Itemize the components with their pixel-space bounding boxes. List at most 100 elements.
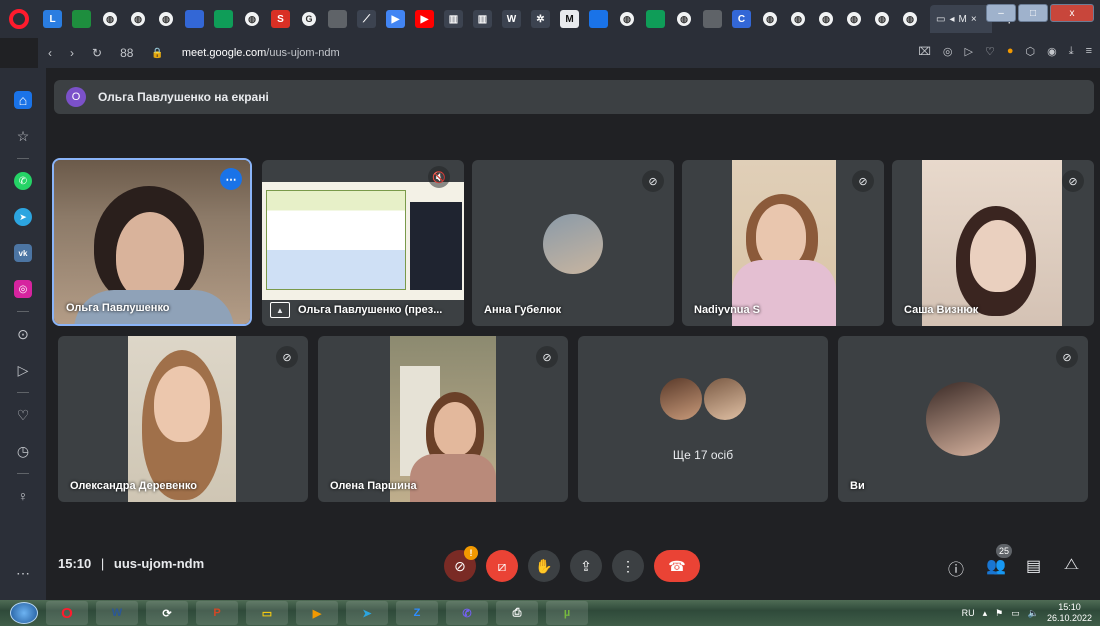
lightbulb-icon[interactable]: ♀	[14, 487, 32, 505]
tab-favicon[interactable]	[328, 10, 347, 28]
tab-favicon[interactable]: ⟋	[357, 10, 376, 28]
tab-globe-icon[interactable]: ◍	[875, 12, 889, 26]
tab-grid-button[interactable]: 88	[120, 46, 133, 60]
more-options-button[interactable]: ⋮	[612, 550, 644, 582]
word-taskbar-icon[interactable]: W	[96, 601, 138, 625]
tab-favicon[interactable]	[646, 10, 665, 28]
close-window-button[interactable]: x	[1050, 4, 1094, 22]
tray-clock[interactable]: 15:10 26.10.2022	[1047, 602, 1092, 624]
info-icon[interactable]: ⓘ	[948, 556, 964, 580]
more-options-icon[interactable]: ⋯	[220, 168, 242, 190]
flag-icon[interactable]: ⚑	[995, 608, 1003, 619]
zoom-taskbar-icon[interactable]: Z	[396, 601, 438, 625]
tab-globe-icon[interactable]: ◍	[791, 12, 805, 26]
tab-favicon-s[interactable]: S	[271, 10, 290, 28]
url-field[interactable]: meet.google.com/uus-ujom-ndm	[182, 47, 340, 59]
download-icon[interactable]: ⤓	[1069, 45, 1074, 58]
tab-globe-icon[interactable]: ◍	[103, 12, 117, 26]
heart-icon[interactable]: ♡	[985, 45, 995, 58]
tab-globe-icon[interactable]: ◍	[847, 12, 861, 26]
printer-taskbar-icon[interactable]: ⎙	[496, 601, 538, 625]
tab-globe-icon[interactable]: ◍	[245, 12, 259, 26]
participant-tile[interactable]: ⊘ Олена Паршина	[318, 336, 568, 502]
tab-favicon[interactable]: ▶	[386, 10, 405, 28]
minimize-button[interactable]: –	[986, 4, 1016, 22]
participant-tile[interactable]: ⊘ Саша Визнюк	[892, 160, 1094, 326]
snapshot-icon[interactable]: ◎	[943, 45, 953, 58]
language-indicator[interactable]: RU	[962, 608, 975, 618]
participant-tile[interactable]: ⊘ Олександра Деревенко	[58, 336, 308, 502]
participant-tile[interactable]: ⋯ Ольга Павлушенко	[52, 158, 252, 326]
media-player-taskbar-icon[interactable]: ▶	[296, 601, 338, 625]
heart-icon[interactable]: ♡	[14, 406, 32, 424]
tab-favicon[interactable]: ▥	[444, 10, 463, 28]
whatsapp-icon[interactable]: ✆	[14, 172, 32, 190]
profile-icon[interactable]: ◉	[1047, 45, 1057, 58]
tab-globe-icon[interactable]: ◍	[677, 12, 691, 26]
tab-globe-icon[interactable]: ◍	[763, 12, 777, 26]
tab-favicon[interactable]	[214, 10, 233, 28]
tab-globe-icon[interactable]: ◍	[903, 12, 917, 26]
participant-tile[interactable]: ⊘ Nadiyvnua S	[682, 160, 884, 326]
present-button[interactable]: ⇪	[570, 550, 602, 582]
opera-taskbar-icon[interactable]: O	[46, 601, 88, 625]
end-call-button[interactable]: ☎	[654, 550, 700, 582]
explorer-taskbar-icon[interactable]: ▭	[246, 601, 288, 625]
raise-hand-button[interactable]: ✋	[528, 550, 560, 582]
vk-icon[interactable]: vk	[14, 244, 32, 262]
powerpoint-taskbar-icon[interactable]: P	[196, 601, 238, 625]
reload-button[interactable]: ↻	[92, 46, 102, 60]
people-icon[interactable]: 👥	[986, 556, 1006, 576]
tab-favicon-l[interactable]: L	[43, 10, 62, 28]
tray-expand-icon[interactable]: ▴	[983, 608, 988, 619]
menu-icon[interactable]: ≡	[1086, 45, 1092, 58]
home-icon[interactable]: ⌂	[14, 91, 32, 109]
activities-icon[interactable]: ⧍	[1064, 556, 1079, 574]
telegram-taskbar-icon[interactable]: ➤	[346, 601, 388, 625]
volume-icon[interactable]: 🔈	[1028, 608, 1039, 619]
tab-google-icon[interactable]: G	[302, 12, 316, 26]
participant-tile[interactable]: ⊘ Анна Губелюк	[472, 160, 674, 326]
tab-favicon[interactable]	[703, 10, 722, 28]
close-tab-icon[interactable]: ×	[971, 14, 977, 25]
sync-taskbar-icon[interactable]: ⟳	[146, 601, 188, 625]
tab-favicon[interactable]: ✲	[531, 10, 550, 28]
tab-globe-icon[interactable]: ◍	[131, 12, 145, 26]
utorrent-taskbar-icon[interactable]: µ	[546, 601, 588, 625]
send-icon[interactable]: ▷	[14, 361, 32, 379]
viber-taskbar-icon[interactable]: ✆	[446, 601, 488, 625]
tab-favicon[interactable]: C	[732, 10, 751, 28]
tab-favicon-m[interactable]: M	[560, 10, 579, 28]
tab-globe-icon[interactable]: ◍	[159, 12, 173, 26]
tab-favicon[interactable]	[72, 10, 91, 28]
more-participants-tile[interactable]: Ще 17 осіб	[578, 336, 828, 502]
tab-favicon[interactable]	[185, 10, 204, 28]
star-icon[interactable]: ☆	[14, 127, 32, 145]
tab-globe-icon[interactable]: ◍	[819, 12, 833, 26]
start-button[interactable]	[10, 602, 38, 624]
chat-icon[interactable]: ▤	[1026, 556, 1041, 576]
tab-favicon-w[interactable]: W	[502, 10, 521, 28]
back-button[interactable]: ‹	[48, 46, 52, 60]
network-icon[interactable]: ▭	[1011, 608, 1020, 619]
extensions-icon[interactable]: ⬡	[1025, 45, 1035, 58]
opera-logo[interactable]	[0, 0, 38, 38]
instagram-icon[interactable]: ◎	[14, 280, 32, 298]
player-icon[interactable]: ⊙	[14, 325, 32, 343]
history-icon[interactable]: ◷	[14, 442, 32, 460]
page-action-icon[interactable]: ⌧	[918, 45, 931, 58]
active-tab-meet[interactable]: ▭ ◂ M ×	[930, 5, 992, 33]
send-icon[interactable]: ▷	[964, 45, 972, 58]
tab-youtube-icon[interactable]: ▶	[415, 10, 434, 28]
camera-off-button[interactable]: ⧄	[486, 550, 518, 582]
more-icon[interactable]: ⋯	[14, 564, 32, 582]
tab-favicon[interactable]: ▥	[473, 10, 492, 28]
maximize-button[interactable]: □	[1018, 4, 1048, 22]
tab-favicon[interactable]	[589, 10, 608, 28]
presentation-tile[interactable]: 🔇 ▲ Ольга Павлушенко (през...	[262, 160, 464, 326]
vpn-icon[interactable]: ●	[1007, 45, 1014, 58]
tab-globe-icon[interactable]: ◍	[620, 12, 634, 26]
telegram-icon[interactable]: ➤	[14, 208, 32, 226]
forward-button[interactable]: ›	[70, 46, 74, 60]
self-tile[interactable]: ⊘ Ви	[838, 336, 1088, 502]
